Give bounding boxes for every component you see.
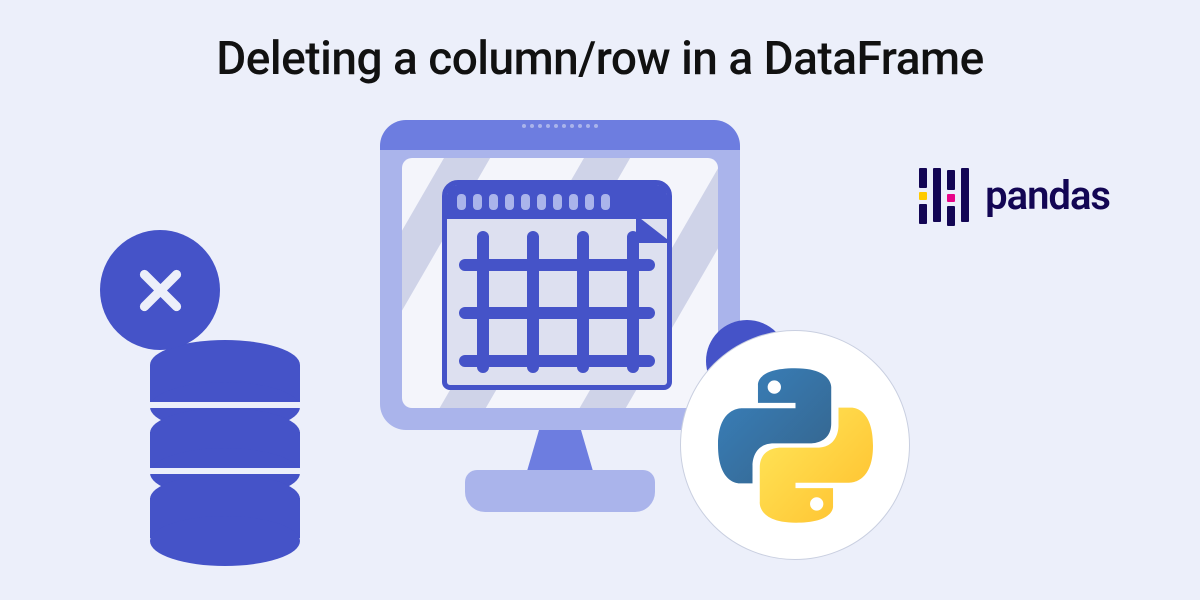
python-logo-icon <box>680 330 910 560</box>
dataframe-window-icon <box>442 180 672 390</box>
pandas-label: pandas <box>985 172 1110 219</box>
close-icon <box>100 230 220 350</box>
pandas-logo-icon: pandas <box>919 160 1110 230</box>
grid-icon <box>447 219 667 385</box>
page-title: Deleting a column/row in a DataFrame <box>0 32 1200 86</box>
monitor-illustration <box>380 120 740 430</box>
